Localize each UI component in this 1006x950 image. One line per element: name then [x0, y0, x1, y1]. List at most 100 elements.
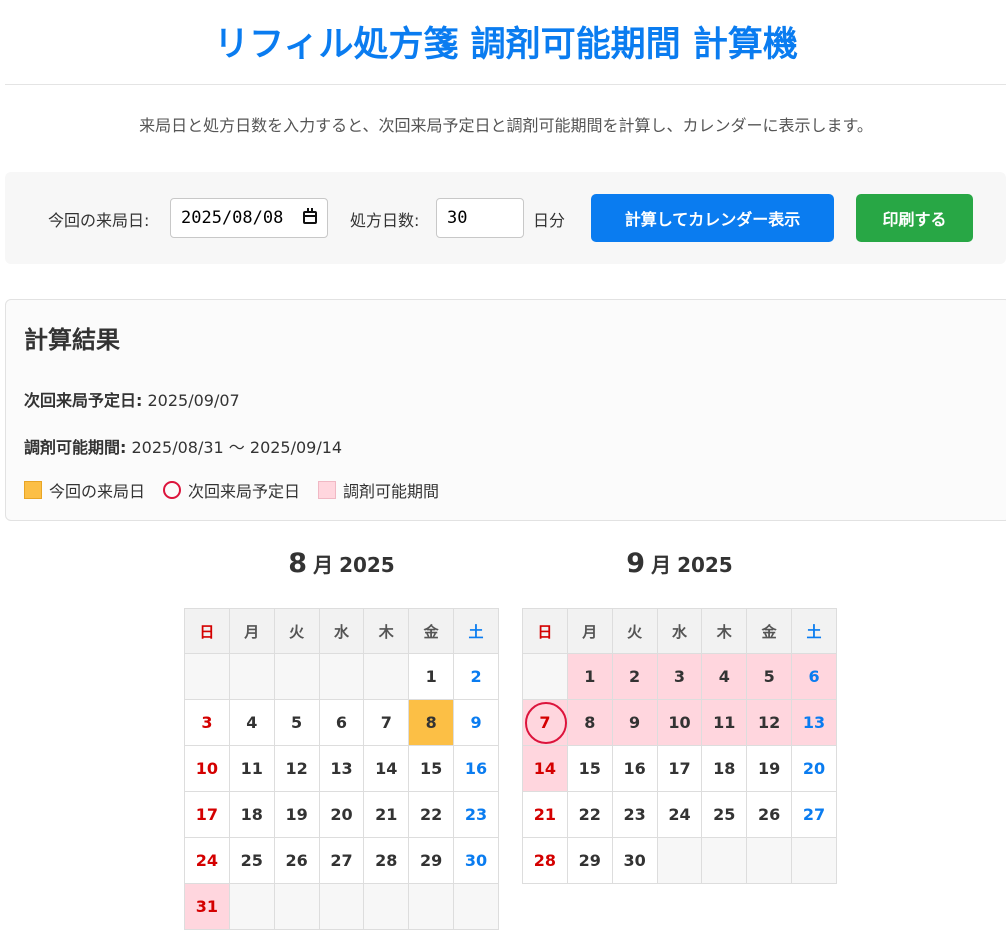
calendar-empty-cell: [522, 653, 568, 700]
calendar-day-number: 11: [713, 713, 736, 732]
page-title: リフィル処方箋 調剤可能期間 計算機: [214, 25, 798, 65]
legend-next-swatch: [163, 481, 182, 499]
calendar-day-number: 15: [578, 759, 601, 778]
calendar-day-cell: 21: [363, 791, 410, 838]
calendar-day-number: 30: [623, 851, 646, 870]
calendar-day-number: 15: [420, 759, 443, 778]
calendar-day-cell: 1: [408, 653, 455, 700]
calendar-week-row: 12: [184, 653, 499, 700]
calendar-day-cell: 13: [318, 745, 365, 792]
visit-date-input[interactable]: 2025/08/08: [170, 198, 328, 238]
calendar-day-number: 29: [420, 851, 443, 870]
calendar-empty-cell: [273, 653, 320, 700]
calendar-day-number: 12: [758, 713, 781, 732]
calendar-day-number: 28: [533, 851, 557, 870]
calendar-day-number: 4: [718, 667, 730, 686]
calendar-picker-icon[interactable]: [303, 208, 317, 224]
calendar-empty-cell: [656, 837, 703, 884]
calendar-day-cell: 26: [273, 837, 320, 884]
calendar-day-number: 24: [195, 851, 219, 870]
weekday-header: 火: [273, 608, 320, 654]
visit-date-value: 2025/08/08: [181, 208, 284, 228]
result-heading: 計算結果: [24, 326, 120, 354]
month-number: 8: [288, 548, 308, 579]
calendar-day-cell: 3: [656, 653, 703, 700]
legend-period-swatch: [318, 481, 337, 499]
calendar-week-row: 17 18 19 20 21 22 23: [184, 791, 499, 838]
calendar-day-cell: 4: [701, 653, 748, 700]
calendar-grid: 日月火水木金土 1 2 3 4 5 6 7 8 9 10 11 12 13 14 15 16 17 18 19 20 21…: [522, 608, 837, 884]
calendar-day-cell: 26: [746, 791, 793, 838]
weekday-header: 土: [453, 608, 499, 654]
legend-period: 調剤可能期間: [318, 478, 439, 502]
calendar-day-number: 14: [533, 759, 557, 778]
calendar-day-cell: 8: [408, 699, 455, 746]
calendar-day-cell: 30: [611, 837, 658, 884]
calendar-day-number: 20: [330, 805, 353, 824]
calendar-day-cell: 15: [408, 745, 455, 792]
calendar-day-cell: 31: [184, 883, 230, 930]
days-input[interactable]: 30: [436, 198, 524, 238]
calendar-week-row: 28 29 30: [522, 837, 837, 884]
next-visit-label: 次回来局予定日:: [24, 391, 143, 410]
days-label: 処方日数:: [350, 211, 420, 230]
weekday-header: 日: [522, 608, 568, 654]
calendar-day-cell: 7: [363, 699, 410, 746]
weekday-header: 日: [184, 608, 230, 654]
calendar-empty-cell: [701, 837, 748, 884]
calendar-day-number: 21: [533, 805, 557, 824]
month-unit: 月: [651, 553, 672, 577]
title-divider: [5, 84, 1006, 85]
calendar-week-row: 3 4 5 6 7 8 9: [184, 699, 499, 746]
calendar-day-number: 14: [375, 759, 398, 778]
month-unit: 月: [313, 553, 334, 577]
calendar-day-number: 6: [808, 667, 820, 686]
calendar-day-number: 5: [291, 713, 303, 732]
calendar-day-cell: 8: [566, 699, 613, 746]
visit-date-label: 今回の来局日:: [48, 211, 150, 230]
calendar-day-cell: 20: [791, 745, 837, 792]
calendar-day-cell: 23: [453, 791, 499, 838]
weekday-header: 水: [656, 608, 703, 654]
calendar-day-number: 17: [195, 805, 219, 824]
calendar-day-cell: 14: [363, 745, 410, 792]
calendar-day-number: 3: [201, 713, 213, 732]
page-description: 来局日と処方日数を入力すると、次回来局予定日と調剤可能期間を計算し、カレンダーに…: [139, 116, 873, 135]
calendar-day-number: 1: [584, 667, 596, 686]
dispensing-period-label: 調剤可能期間:: [24, 438, 127, 457]
calendar-day-cell: 15: [566, 745, 613, 792]
calendar-day-number: 19: [285, 805, 308, 824]
calendar-day-number: 29: [578, 851, 601, 870]
calendar-day-number: 27: [802, 805, 826, 824]
calendar-day-number: 26: [758, 805, 781, 824]
calendar-day-cell: 17: [656, 745, 703, 792]
calendar-day-cell: 2: [611, 653, 658, 700]
calendar-day-cell: 25: [228, 837, 275, 884]
calendar-day-number: 8: [584, 713, 596, 732]
calendar-day-number: 31: [195, 897, 219, 916]
calendar-day-number: 2: [470, 667, 482, 686]
calculate-button[interactable]: 計算してカレンダー表示: [591, 194, 834, 242]
calendar-day-cell: 2: [453, 653, 499, 700]
calendar-week-row: 21 22 23 24 25 26 27: [522, 791, 837, 838]
calendar-empty-cell: [318, 653, 365, 700]
calendar-day-number: 8: [425, 713, 437, 732]
calendar-day-cell: 19: [746, 745, 793, 792]
calendar-day-cell: 13: [791, 699, 837, 746]
next-visit-line: 次回来局予定日: 2025/09/07: [24, 387, 240, 411]
calendar-day-number: 18: [713, 759, 736, 778]
calendar-day-number: 7: [539, 713, 551, 732]
input-form: 今回の来局日: 2025/08/08 処方日数: 30 日分 計算してカレンダー…: [5, 172, 1006, 264]
calendar-day-cell: 24: [184, 837, 230, 884]
calendar-day-cell: 5: [746, 653, 793, 700]
print-button[interactable]: 印刷する: [856, 194, 973, 242]
calendar-day-cell: 7: [522, 699, 568, 746]
month-year: 2025: [677, 553, 733, 577]
calendar-day-number: 19: [758, 759, 781, 778]
calendar-day-cell: 5: [273, 699, 320, 746]
calendar-september: 9 月 2025 日月火水木金土 1 2 3 4 5 6 7 8 9 10 11 12 13 14 15 16 1…: [522, 548, 837, 884]
weekday-header-row: 日月火水木金土: [184, 608, 499, 654]
calendar-day-number: 2: [629, 667, 641, 686]
calendar-day-cell: 18: [701, 745, 748, 792]
calendar-week-row: 10 11 12 13 14 15 16: [184, 745, 499, 792]
